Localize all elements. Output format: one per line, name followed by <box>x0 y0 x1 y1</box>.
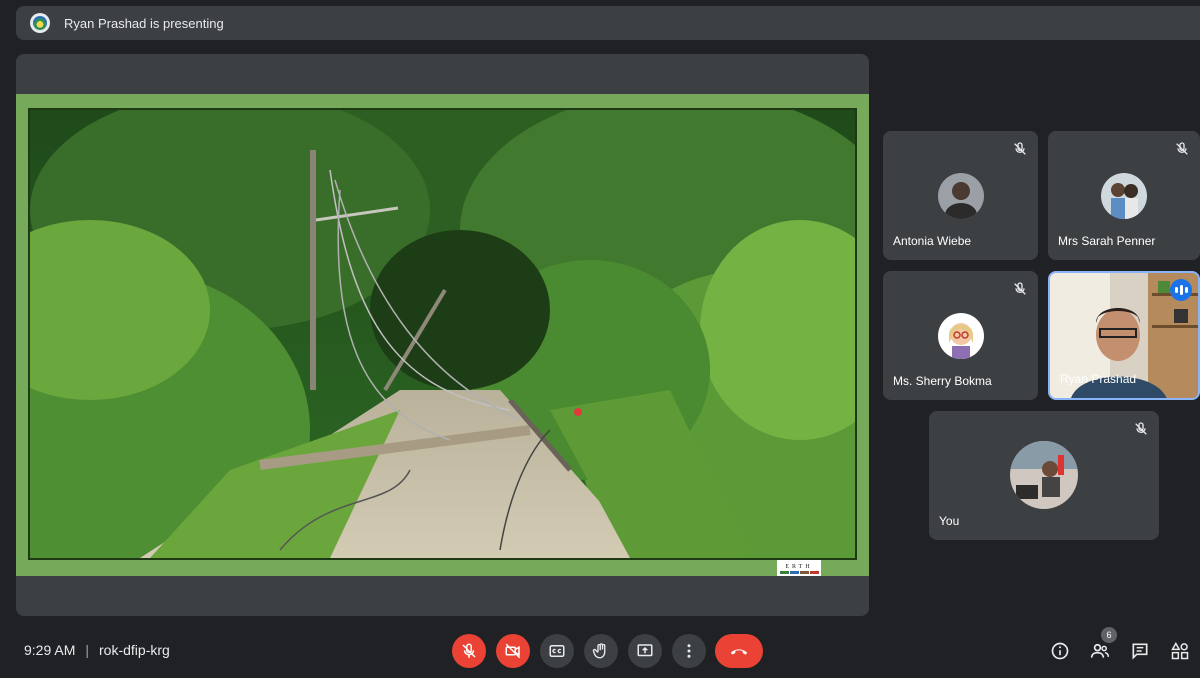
mic-off-icon <box>1176 142 1188 155</box>
captions-button[interactable] <box>540 634 574 668</box>
avatar <box>1010 441 1078 509</box>
participant-tile[interactable]: Antonia Wiebe <box>883 131 1038 260</box>
participant-tile-speaking[interactable]: Ryan Prashad <box>1048 271 1200 400</box>
leave-call-button[interactable] <box>715 634 763 668</box>
school-logo-icon <box>30 13 50 33</box>
erth-logo-text: ERTH <box>785 563 813 570</box>
avatar <box>1101 173 1147 219</box>
participant-name: Antonia Wiebe <box>893 234 972 248</box>
participant-tile[interactable]: Ms. Sherry Bokma <box>883 271 1038 400</box>
separator: | <box>85 642 90 658</box>
chat-icon <box>1132 643 1148 660</box>
chat-button[interactable] <box>1127 638 1153 664</box>
more-options-button[interactable] <box>672 634 706 668</box>
clock-time: 9:29 AM <box>24 642 76 658</box>
mic-off-icon <box>462 643 476 658</box>
participant-name: You <box>939 514 960 528</box>
microphone-toggle-button[interactable] <box>452 634 486 668</box>
mic-off-icon <box>1014 282 1026 295</box>
raise-hand-button[interactable] <box>584 634 618 668</box>
raise-hand-icon <box>592 643 606 659</box>
meeting-details[interactable]: 9:29 AM | rok-dfip-krg <box>24 642 170 658</box>
meeting-code: rok-dfip-krg <box>99 642 170 658</box>
leave-call-icon <box>730 649 748 655</box>
participant-name: Ms. Sherry Bokma <box>893 374 992 388</box>
shared-slide: ERTH <box>16 94 869 576</box>
participant-name: Mrs Sarah Penner <box>1058 234 1156 248</box>
present-screen-icon <box>637 644 653 657</box>
bottom-toolbar: 9:29 AM | rok-dfip-krg <box>0 624 1200 678</box>
presentation-stage[interactable]: ERTH <box>16 54 869 616</box>
more-options-icon <box>687 644 691 658</box>
meeting-info-button[interactable] <box>1047 638 1073 664</box>
participant-tile-self[interactable]: You <box>929 411 1159 540</box>
camera-off-icon <box>505 643 521 659</box>
activities-icon <box>1171 641 1189 660</box>
captions-icon <box>549 645 565 657</box>
avatar <box>937 173 984 219</box>
camera-toggle-button[interactable] <box>496 634 530 668</box>
presenting-banner: Ryan Prashad is presenting <box>16 6 1200 40</box>
mic-off-icon <box>1135 422 1147 435</box>
fallen-power-pole-photo <box>28 108 857 560</box>
mic-off-icon <box>1014 142 1026 155</box>
present-screen-button[interactable] <box>628 634 662 668</box>
participant-tile[interactable]: Mrs Sarah Penner <box>1048 131 1200 260</box>
activities-button[interactable] <box>1167 638 1193 664</box>
participant-count-badge: 6 <box>1101 627 1117 643</box>
people-icon <box>1090 643 1110 658</box>
participant-name: Ryan Prashad <box>1060 372 1137 386</box>
avatar <box>937 313 984 359</box>
info-icon <box>1051 642 1069 660</box>
presenting-text: Ryan Prashad is presenting <box>64 15 224 31</box>
speaking-indicator-icon <box>1170 279 1192 301</box>
erth-logo: ERTH <box>777 560 821 576</box>
